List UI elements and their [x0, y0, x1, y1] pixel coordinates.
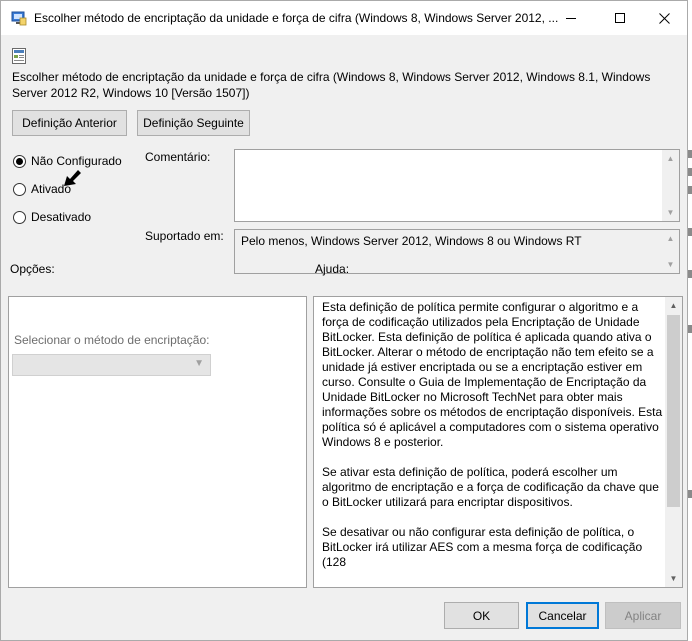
supported-on-label: Suportado em: [145, 229, 224, 243]
help-scrollbar[interactable]: ▲ ▼ [665, 297, 682, 587]
background-mark [688, 325, 692, 333]
background-mark [688, 168, 692, 176]
policy-dialog-window: Escolher método de encriptação da unidad… [0, 0, 688, 641]
mouse-pointer-icon [64, 170, 81, 186]
scroll-up-arrow-icon[interactable]: ▲ [665, 297, 682, 314]
minimize-button[interactable] [548, 1, 594, 35]
policy-setting-icon [12, 48, 26, 64]
radio-disabled-label: Desativado [31, 210, 92, 224]
title-bar[interactable]: Escolher método de encriptação da unidad… [1, 1, 687, 35]
help-paragraph: Esta definição de política permite confi… [322, 300, 663, 449]
radio-enabled-circle[interactable] [13, 182, 26, 196]
close-icon [658, 12, 670, 24]
comment-textarea[interactable]: ▲ ▼ [234, 149, 680, 222]
chevron-down-icon: ▼ [194, 358, 204, 369]
help-paragraph: Se desativar ou não configurar esta defi… [322, 525, 643, 569]
radio-selected-dot [16, 157, 23, 165]
help-text: Esta definição de política permite confi… [322, 300, 666, 585]
help-scrollbar-thumb[interactable] [667, 315, 680, 507]
radio-disabled-circle[interactable] [13, 210, 26, 224]
comment-scrollbar[interactable]: ▲ ▼ [662, 150, 679, 221]
background-mark [688, 228, 692, 236]
radio-not-configured[interactable]: Não Configurado [13, 154, 122, 168]
cancel-button[interactable]: Cancelar [526, 602, 599, 629]
next-setting-button[interactable]: Definição Seguinte [137, 110, 250, 136]
radio-not-configured-label: Não Configurado [31, 154, 122, 168]
supported-on-value: Pelo menos, Windows Server 2012, Windows… [241, 234, 582, 248]
encryption-method-select[interactable]: ▼ [12, 354, 211, 376]
help-paragraph: Se ativar esta definição de política, po… [322, 465, 659, 509]
supported-on-field: Pelo menos, Windows Server 2012, Windows… [234, 229, 680, 274]
help-label: Ajuda: [315, 262, 350, 276]
scroll-down-arrow-icon[interactable]: ▼ [662, 204, 679, 221]
encryption-method-label: Selecionar o método de encriptação: [14, 333, 210, 347]
radio-disabled[interactable]: Desativado [13, 210, 91, 224]
options-panel: Selecionar o método de encriptação: [8, 296, 307, 588]
help-panel: Esta definição de política permite confi… [313, 296, 683, 588]
close-button[interactable] [641, 1, 687, 35]
policy-title: Escolher método de encriptação da unidad… [12, 70, 651, 100]
window-title: Escolher método de encriptação da unidad… [34, 11, 559, 25]
previous-setting-button[interactable]: Definição Anterior [12, 110, 127, 136]
background-mark [688, 150, 692, 158]
background-mark [688, 490, 692, 498]
background-mark [688, 186, 692, 194]
group-policy-app-icon [11, 11, 27, 26]
apply-button[interactable]: Aplicar [605, 602, 681, 629]
comment-label: Comentário: [145, 150, 211, 164]
scroll-down-arrow-icon[interactable]: ▼ [665, 570, 682, 587]
supported-scrollbar[interactable]: ▲ ▼ [662, 230, 679, 273]
background-mark [688, 270, 692, 278]
scroll-down-arrow-icon[interactable]: ▼ [662, 256, 679, 273]
background-window-edge [688, 0, 692, 641]
scroll-up-arrow-icon[interactable]: ▲ [662, 150, 679, 167]
radio-not-configured-circle[interactable] [13, 154, 26, 168]
maximize-button[interactable] [597, 1, 643, 35]
ok-button[interactable]: OK [444, 602, 519, 629]
minimize-icon [566, 17, 576, 19]
options-label: Opções: [10, 262, 55, 276]
maximize-icon [615, 13, 625, 23]
scroll-up-arrow-icon[interactable]: ▲ [662, 230, 679, 247]
